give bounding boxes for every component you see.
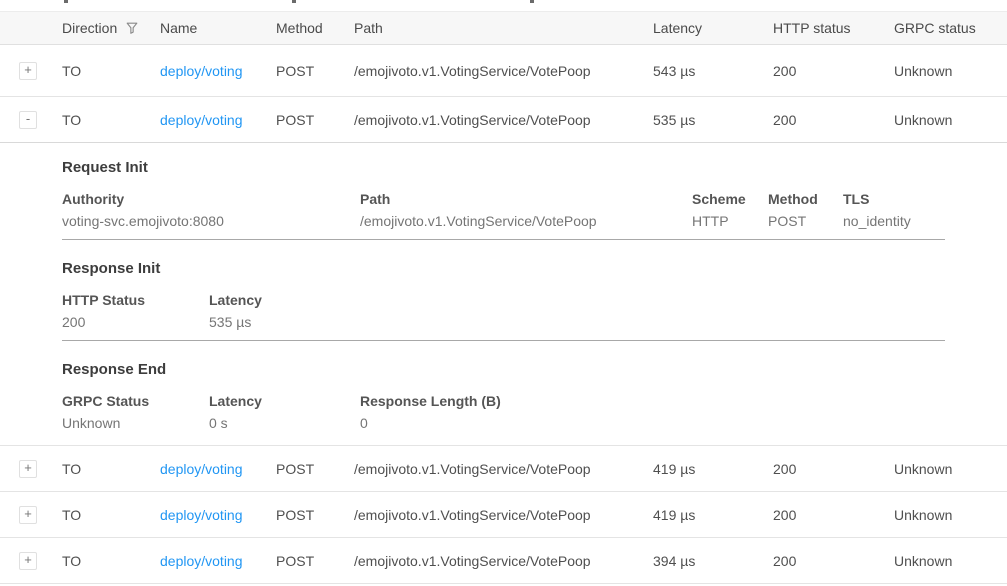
clipped-text-fragment xyxy=(292,0,296,3)
filter-icon[interactable] xyxy=(125,21,139,35)
tap-table-view: Direction Name Method Path Latency HTTP … xyxy=(0,0,1007,586)
table-row: + TO deploy/voting POST /emojivoto.v1.Vo… xyxy=(0,538,1007,584)
direction-cell: TO xyxy=(62,507,160,523)
detail-field-tls: TLS no_identity xyxy=(843,191,925,229)
expand-row-button[interactable]: + xyxy=(19,552,37,570)
column-header-direction: Direction xyxy=(62,20,160,36)
grpc-status-cell: Unknown xyxy=(894,112,1007,128)
http-status-cell: 200 xyxy=(773,63,894,79)
column-header-method: Method xyxy=(276,20,354,36)
detail-field-latency: Latency 0 s xyxy=(209,393,360,431)
section-divider xyxy=(62,340,945,341)
table-row-expanded: - TO deploy/voting POST /emojivoto.v1.Vo… xyxy=(0,97,1007,142)
grpc-status-cell: Unknown xyxy=(894,553,1007,569)
latency-cell: 419 µs xyxy=(653,507,773,523)
section-title: Request Init xyxy=(62,159,1007,176)
latency-cell: 543 µs xyxy=(653,63,773,79)
response-end-section: Response End GRPC Status Unknown Latency… xyxy=(62,361,1007,431)
column-header-label: Direction xyxy=(62,20,117,36)
latency-cell: 394 µs xyxy=(653,553,773,569)
detail-field-authority: Authority voting-svc.emojivoto:8080 xyxy=(62,191,360,229)
detail-field-path: Path /emojivoto.v1.VotingService/VotePoo… xyxy=(360,191,692,229)
response-init-section: Response Init HTTP Status 200 Latency 53… xyxy=(62,260,1007,341)
direction-cell: TO xyxy=(62,112,160,128)
table-row: + TO deploy/voting POST /emojivoto.v1.Vo… xyxy=(0,45,1007,97)
column-header-http-status: HTTP status xyxy=(773,20,894,36)
expand-row-button[interactable]: + xyxy=(19,460,37,478)
latency-cell: 419 µs xyxy=(653,461,773,477)
column-header-grpc-status: GRPC status xyxy=(894,20,1007,36)
name-link[interactable]: deploy/voting xyxy=(160,553,276,569)
table-row: + TO deploy/voting POST /emojivoto.v1.Vo… xyxy=(0,492,1007,538)
direction-cell: TO xyxy=(62,553,160,569)
detail-field-response-length: Response Length (B) 0 xyxy=(360,393,515,431)
http-status-cell: 200 xyxy=(773,112,894,128)
detail-field-latency: Latency 535 µs xyxy=(209,292,276,330)
http-status-cell: 200 xyxy=(773,507,894,523)
section-title: Response End xyxy=(62,361,1007,378)
clipped-row-above xyxy=(0,0,1007,11)
collapse-row-button[interactable]: - xyxy=(19,111,37,129)
clipped-text-fragment xyxy=(530,0,534,3)
name-link[interactable]: deploy/voting xyxy=(160,112,276,128)
path-cell: /emojivoto.v1.VotingService/VotePoop xyxy=(354,553,653,569)
column-header-latency: Latency xyxy=(653,20,773,36)
http-status-cell: 200 xyxy=(773,553,894,569)
detail-field-http-status: HTTP Status 200 xyxy=(62,292,209,330)
detail-field-grpc-status: GRPC Status Unknown xyxy=(62,393,209,431)
grpc-status-cell: Unknown xyxy=(894,63,1007,79)
expand-row-button[interactable]: + xyxy=(19,62,37,80)
latency-cell: 535 µs xyxy=(653,112,773,128)
path-cell: /emojivoto.v1.VotingService/VotePoop xyxy=(354,112,653,128)
method-cell: POST xyxy=(276,63,354,79)
grpc-status-cell: Unknown xyxy=(894,461,1007,477)
path-cell: /emojivoto.v1.VotingService/VotePoop xyxy=(354,63,653,79)
http-status-cell: 200 xyxy=(773,461,894,477)
name-link[interactable]: deploy/voting xyxy=(160,63,276,79)
column-header-path: Path xyxy=(354,20,653,36)
section-title: Response Init xyxy=(62,260,1007,277)
method-cell: POST xyxy=(276,553,354,569)
expanded-row-detail: Request Init Authority voting-svc.emojiv… xyxy=(0,142,1007,446)
name-link[interactable]: deploy/voting xyxy=(160,507,276,523)
direction-cell: TO xyxy=(62,63,160,79)
path-cell: /emojivoto.v1.VotingService/VotePoop xyxy=(354,507,653,523)
path-cell: /emojivoto.v1.VotingService/VotePoop xyxy=(354,461,653,477)
table-header: Direction Name Method Path Latency HTTP … xyxy=(0,11,1007,45)
method-cell: POST xyxy=(276,461,354,477)
detail-field-method: Method POST xyxy=(768,191,843,229)
grpc-status-cell: Unknown xyxy=(894,507,1007,523)
expand-row-button[interactable]: + xyxy=(19,506,37,524)
column-header-name: Name xyxy=(160,20,276,36)
direction-cell: TO xyxy=(62,461,160,477)
detail-field-scheme: Scheme HTTP xyxy=(692,191,768,229)
clipped-text-fragment xyxy=(64,0,68,3)
section-divider xyxy=(62,239,945,240)
name-link[interactable]: deploy/voting xyxy=(160,461,276,477)
method-cell: POST xyxy=(276,507,354,523)
method-cell: POST xyxy=(276,112,354,128)
table-row: + TO deploy/voting POST /emojivoto.v1.Vo… xyxy=(0,446,1007,492)
request-init-section: Request Init Authority voting-svc.emojiv… xyxy=(62,159,1007,240)
